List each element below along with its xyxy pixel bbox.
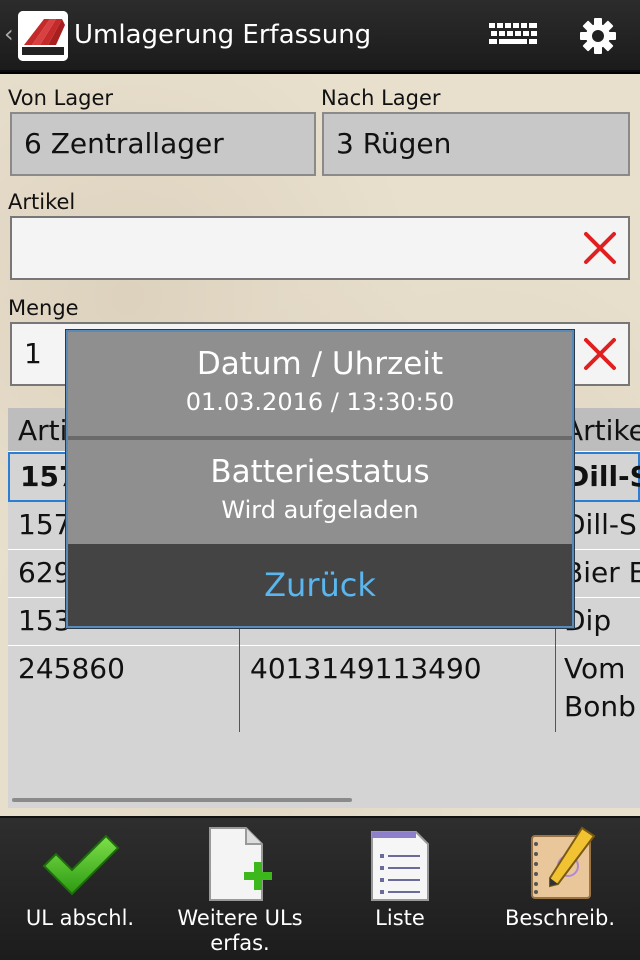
notebook-pencil-icon (531, 826, 596, 899)
list-document-icon (371, 831, 429, 901)
action-bar: ‹ Umlagerung Erfassung (0, 0, 640, 72)
finish-ul-button[interactable]: UL abschl. (0, 818, 160, 960)
more-uls-button[interactable]: Weitere ULs erfas. (160, 818, 320, 960)
von-lager-field[interactable]: 6 Zentrallager (10, 112, 316, 176)
gear-icon[interactable] (578, 16, 618, 56)
app-logo[interactable] (18, 11, 68, 61)
clear-menge-icon[interactable] (580, 334, 620, 374)
clear-artikel-icon[interactable] (580, 228, 620, 268)
up-chevron-icon[interactable]: ‹ (4, 20, 14, 48)
datetime-value: 01.03.2016 / 13:30:50 (185, 388, 455, 416)
artikel-label: Artikel (8, 190, 76, 214)
artikel-input[interactable] (10, 216, 630, 280)
list-button[interactable]: Liste (320, 818, 480, 960)
menge-value: 1 (24, 337, 42, 370)
finish-ul-label: UL abschl. (25, 906, 135, 930)
description-label: Beschreib. (504, 906, 616, 930)
description-button[interactable]: Beschreib. (480, 818, 640, 960)
more-uls-label: Weitere ULs erfas. (177, 906, 303, 955)
keyboard-icon[interactable] (487, 20, 539, 52)
new-document-icon (209, 827, 272, 901)
menge-label: Menge (8, 296, 79, 320)
app-title: Umlagerung Erfassung (74, 20, 372, 50)
bottom-action-bar: UL abschl. Weitere ULs erfas. Liste Besc… (0, 816, 640, 960)
table-cell: 245860 (18, 652, 125, 685)
info-dialog: Datum / Uhrzeit 01.03.2016 / 13:30:50 Ba… (66, 330, 574, 628)
back-button[interactable]: Zurück (68, 544, 572, 626)
horizontal-scrollbar[interactable] (12, 798, 352, 802)
battery-section: Batteriestatus Wird aufgeladen (68, 440, 572, 544)
battery-title: Batteriestatus (210, 454, 430, 490)
nach-lager-label: Nach Lager (321, 86, 441, 110)
datetime-section: Datum / Uhrzeit 01.03.2016 / 13:30:50 (68, 332, 572, 436)
battery-value: Wird aufgeladen (221, 496, 419, 524)
von-lager-label: Von Lager (8, 86, 114, 110)
checkmark-icon (42, 834, 120, 896)
list-label: Liste (375, 906, 425, 930)
datetime-title: Datum / Uhrzeit (196, 346, 444, 382)
table-cell: Vom (564, 652, 626, 685)
table-cell: 4013149113490 (250, 652, 482, 685)
table-row[interactable]: 245860 4013149113490 Vom Bonb (8, 646, 640, 732)
table-cell: Bonb (564, 690, 636, 723)
nach-lager-field[interactable]: 3 Rügen (322, 112, 630, 176)
